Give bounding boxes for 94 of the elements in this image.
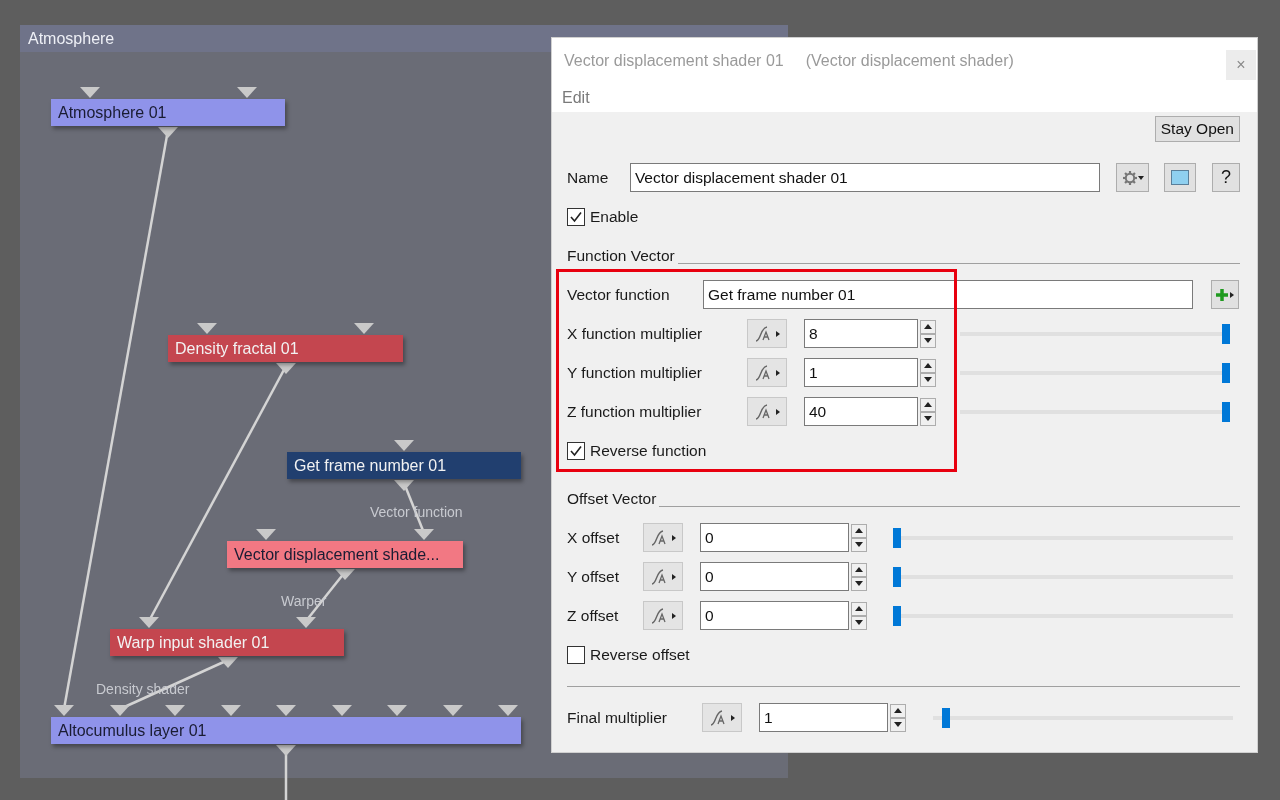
section-heading: Offset Vector: [567, 490, 657, 509]
field-label: Final multiplier: [567, 708, 668, 727]
curve-icon: [753, 364, 772, 381]
curve-icon: [649, 568, 668, 585]
animation-button[interactable]: [643, 601, 683, 630]
up-arrow-icon: [855, 528, 863, 533]
animation-button[interactable]: [747, 397, 787, 426]
graph-node[interactable]: Density fractal 01: [168, 335, 403, 362]
slider-thumb[interactable]: [893, 527, 901, 548]
up-arrow-icon: [924, 363, 932, 368]
curve-icon: [753, 325, 772, 342]
add-button[interactable]: [1211, 280, 1239, 309]
spin-up-button[interactable]: [851, 562, 867, 577]
spin-up-button[interactable]: [920, 319, 936, 334]
caret-icon: [1137, 174, 1144, 181]
spin-up-button[interactable]: [920, 358, 936, 373]
number-field[interactable]: 0: [700, 523, 849, 552]
slider-thumb[interactable]: [1222, 323, 1230, 344]
caret-icon: [774, 408, 781, 415]
plus-icon: [1215, 287, 1229, 302]
field-label: Y function multiplier: [567, 363, 703, 382]
up-arrow-icon: [855, 567, 863, 572]
down-arrow-icon: [924, 377, 932, 382]
curve-icon: [753, 403, 772, 420]
help-button[interactable]: ?: [1212, 163, 1240, 192]
down-arrow-icon: [924, 416, 932, 421]
animation-button[interactable]: [747, 358, 787, 387]
screen-icon: [1171, 170, 1190, 185]
caret-icon: [670, 534, 677, 541]
number-field[interactable]: 0: [700, 601, 849, 630]
down-arrow-icon: [855, 542, 863, 547]
up-arrow-icon: [894, 708, 902, 713]
field-label: Vector function: [567, 285, 671, 304]
up-arrow-icon: [855, 606, 863, 611]
caret-icon: [774, 369, 781, 376]
settings-button[interactable]: [1116, 163, 1150, 192]
window-title: Vector displacement shader 01: [564, 52, 784, 70]
number-field[interactable]: 1: [804, 358, 918, 387]
slider-thumb[interactable]: [1222, 362, 1230, 383]
down-arrow-icon: [855, 620, 863, 625]
animation-button[interactable]: [702, 703, 742, 732]
slider-thumb[interactable]: [893, 566, 901, 587]
number-field[interactable]: 0: [700, 562, 849, 591]
slider-thumb[interactable]: [893, 605, 901, 626]
checkbox[interactable]: [567, 441, 585, 460]
field-label: Name: [567, 168, 610, 187]
number-field[interactable]: 1: [759, 703, 888, 732]
spin-up-button[interactable]: [920, 397, 936, 412]
up-arrow-icon: [924, 324, 932, 329]
up-arrow-icon: [924, 402, 932, 407]
graph-node[interactable]: Atmosphere 01: [51, 99, 285, 126]
graph-node[interactable]: Warp input shader 01: [110, 629, 344, 656]
animation-button[interactable]: [643, 562, 683, 591]
curve-icon: [708, 709, 727, 726]
curve-icon: [649, 529, 668, 546]
number-field[interactable]: 8: [804, 319, 918, 348]
field-label: Z offset: [567, 606, 620, 625]
curve-icon: [649, 607, 668, 624]
name-field[interactable]: Vector displacement shader 01: [629, 163, 1101, 192]
window-subtitle: (Vector displacement shader): [805, 52, 1014, 70]
caret-icon: [670, 612, 677, 619]
field-label: Y offset: [567, 567, 620, 586]
checkbox[interactable]: [567, 645, 585, 664]
field-label: X offset: [567, 528, 621, 547]
caret-icon: [1229, 291, 1235, 298]
spin-up-button[interactable]: [851, 601, 867, 616]
slider-thumb[interactable]: [1222, 401, 1230, 422]
animation-button[interactable]: [643, 523, 683, 552]
spin-up-button[interactable]: [890, 703, 906, 718]
checkbox-label: Reverse function: [590, 441, 707, 460]
down-arrow-icon: [894, 722, 902, 727]
caret-icon: [670, 573, 677, 580]
number-field[interactable]: 40: [804, 397, 918, 426]
checkbox-label: Enable: [590, 207, 639, 226]
field-label: Z function multiplier: [567, 402, 703, 421]
caret-icon: [729, 714, 736, 721]
field-label: X function multiplier: [567, 324, 704, 343]
graph-node[interactable]: Get frame number 01: [287, 452, 521, 479]
stay-open-button[interactable]: Stay Open: [1154, 116, 1240, 142]
checkbox-label: Reverse offset: [590, 645, 690, 664]
down-arrow-icon: [924, 338, 932, 343]
menu-item[interactable]: Edit: [562, 89, 590, 107]
gear-icon: [1121, 169, 1138, 186]
preview-button[interactable]: [1164, 163, 1197, 192]
slider-thumb[interactable]: [941, 707, 950, 728]
down-arrow-icon: [855, 581, 863, 586]
function-field[interactable]: Get frame number 01: [703, 280, 1193, 309]
graph-node[interactable]: Vector displacement shade...: [227, 541, 463, 568]
caret-icon: [774, 330, 781, 337]
section-heading: Function Vector: [567, 247, 675, 266]
graph-node[interactable]: Altocumulus layer 01: [51, 717, 521, 744]
animation-button[interactable]: [747, 319, 787, 348]
spin-up-button[interactable]: [851, 523, 867, 538]
checkbox[interactable]: [567, 207, 585, 226]
